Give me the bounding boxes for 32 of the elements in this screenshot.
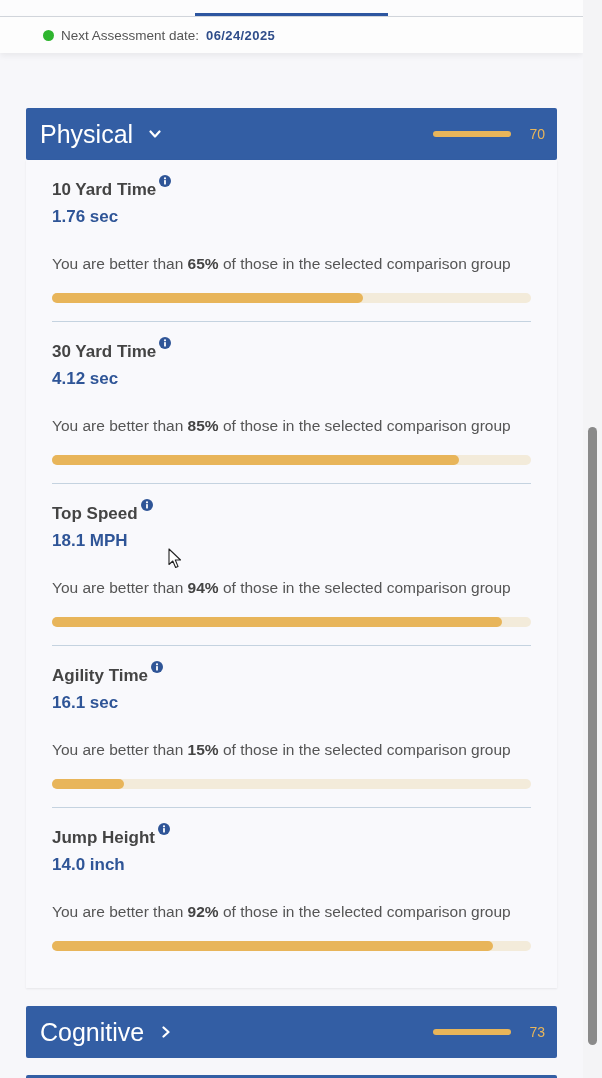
comparison-text: You are better than 15% of those in the selected comparison group: [52, 740, 512, 760]
assessment-date: 06/24/2025: [206, 27, 276, 43]
section-title: Physical: [40, 119, 134, 149]
section-header[interactable]: Physical 70: [26, 108, 557, 160]
info-icon[interactable]: [140, 499, 153, 511]
metric-name: Jump Height: [52, 828, 155, 848]
metric-value: 4.12 sec: [52, 369, 120, 389]
assessment-label: Next Assessment date:: [61, 27, 200, 43]
info-icon[interactable]: [159, 337, 172, 349]
metric-name: Agility Time: [52, 666, 149, 686]
metric-value: 16.1 sec: [52, 693, 120, 713]
info-icon[interactable]: [159, 175, 172, 187]
metric-name: Top Speed: [52, 504, 138, 524]
section-score: 70: [529, 126, 545, 142]
comparison-text: You are better than 65% of those in the selected comparison group: [52, 254, 512, 274]
comparison-text: You are better than 85% of those in the selected comparison group: [52, 416, 512, 436]
info-icon[interactable]: [157, 823, 170, 835]
metric-value: 18.1 MPH: [52, 531, 129, 551]
section-title: Cognitive: [40, 1017, 145, 1047]
section-header[interactable]: Cognitive 73: [26, 1006, 557, 1058]
comparison-text: You are better than 94% of those in the selected comparison group: [52, 578, 512, 598]
section-score: 73: [529, 1024, 545, 1040]
status-dot-icon: [43, 29, 54, 41]
comparison-text: You are better than 92% of those in the selected comparison group: [52, 902, 512, 922]
info-icon[interactable]: [151, 661, 164, 673]
scrollbar-thumb[interactable]: [588, 427, 597, 1045]
metric-value: 1.76 sec: [52, 207, 120, 227]
metric-value: 14.0 inch: [52, 855, 126, 875]
chevron-down-icon[interactable]: [149, 128, 162, 140]
metric-name: 10 Yard Time: [52, 180, 157, 200]
metric-name: 30 Yard Time: [52, 342, 157, 362]
pointer-cursor-icon: [168, 548, 182, 569]
